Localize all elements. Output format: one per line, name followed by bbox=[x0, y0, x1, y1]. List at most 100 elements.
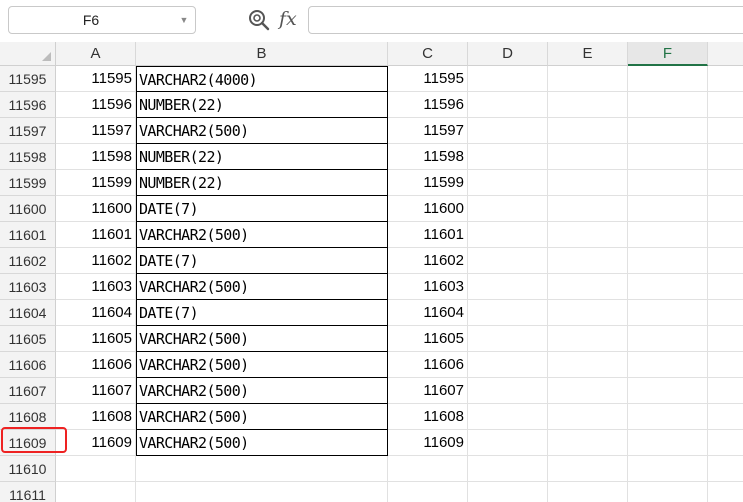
cell-c[interactable]: 11603 bbox=[388, 274, 468, 300]
cell-d[interactable] bbox=[468, 66, 548, 92]
cell-f[interactable] bbox=[628, 430, 708, 456]
cell-c[interactable]: 11598 bbox=[388, 144, 468, 170]
row-header[interactable]: 11607 bbox=[0, 378, 56, 404]
cell-a[interactable] bbox=[56, 482, 136, 502]
cell-c[interactable]: 11600 bbox=[388, 196, 468, 222]
cell-e[interactable] bbox=[548, 170, 628, 196]
cell-f[interactable] bbox=[628, 222, 708, 248]
cell-a[interactable]: 11607 bbox=[56, 378, 136, 404]
cell-f[interactable] bbox=[628, 248, 708, 274]
cell-f[interactable] bbox=[628, 92, 708, 118]
column-header-overflow[interactable] bbox=[708, 42, 743, 66]
cell-d[interactable] bbox=[468, 170, 548, 196]
cell-b[interactable]: VARCHAR2(500) bbox=[136, 326, 388, 352]
cell-e[interactable] bbox=[548, 430, 628, 456]
cell-a[interactable]: 11601 bbox=[56, 222, 136, 248]
column-header-e[interactable]: E bbox=[548, 42, 628, 66]
cell-e[interactable] bbox=[548, 196, 628, 222]
row-header[interactable]: 11611 bbox=[0, 482, 56, 502]
cell-e[interactable] bbox=[548, 222, 628, 248]
cell-a[interactable]: 11596 bbox=[56, 92, 136, 118]
cell-b[interactable]: VARCHAR2(500) bbox=[136, 430, 388, 456]
row-header[interactable]: 11605 bbox=[0, 326, 56, 352]
cell-e[interactable] bbox=[548, 482, 628, 502]
zoom-search-icon[interactable] bbox=[247, 8, 271, 32]
cell-d[interactable] bbox=[468, 118, 548, 144]
select-all-corner[interactable] bbox=[0, 42, 56, 66]
cell-g[interactable] bbox=[708, 482, 743, 502]
cell-c[interactable]: 11605 bbox=[388, 326, 468, 352]
cell-d[interactable] bbox=[468, 456, 548, 482]
cell-g[interactable] bbox=[708, 274, 743, 300]
cell-a[interactable]: 11597 bbox=[56, 118, 136, 144]
cell-b[interactable]: VARCHAR2(4000) bbox=[136, 66, 388, 92]
cell-e[interactable] bbox=[548, 378, 628, 404]
cell-a[interactable]: 11599 bbox=[56, 170, 136, 196]
cell-f[interactable] bbox=[628, 196, 708, 222]
cell-b[interactable]: DATE(7) bbox=[136, 248, 388, 274]
cell-f[interactable] bbox=[628, 274, 708, 300]
cell-a[interactable]: 11606 bbox=[56, 352, 136, 378]
cell-d[interactable] bbox=[468, 144, 548, 170]
cell-c[interactable]: 11604 bbox=[388, 300, 468, 326]
row-header[interactable]: 11601 bbox=[0, 222, 56, 248]
cell-d[interactable] bbox=[468, 326, 548, 352]
cell-c[interactable] bbox=[388, 482, 468, 502]
cell-c[interactable]: 11601 bbox=[388, 222, 468, 248]
cell-d[interactable] bbox=[468, 300, 548, 326]
column-header-f[interactable]: F bbox=[628, 42, 708, 66]
cell-g[interactable] bbox=[708, 378, 743, 404]
cell-a[interactable]: 11603 bbox=[56, 274, 136, 300]
cell-a[interactable]: 11595 bbox=[56, 66, 136, 92]
row-header[interactable]: 11609 bbox=[0, 430, 56, 456]
cell-e[interactable] bbox=[548, 274, 628, 300]
cell-g[interactable] bbox=[708, 326, 743, 352]
cell-g[interactable] bbox=[708, 404, 743, 430]
cell-b[interactable]: NUMBER(22) bbox=[136, 170, 388, 196]
cell-d[interactable] bbox=[468, 274, 548, 300]
row-header[interactable]: 11599 bbox=[0, 170, 56, 196]
cell-e[interactable] bbox=[548, 352, 628, 378]
cell-g[interactable] bbox=[708, 430, 743, 456]
row-header[interactable]: 11610 bbox=[0, 456, 56, 482]
cell-e[interactable] bbox=[548, 456, 628, 482]
cell-g[interactable] bbox=[708, 222, 743, 248]
cell-g[interactable] bbox=[708, 300, 743, 326]
cell-b[interactable]: VARCHAR2(500) bbox=[136, 274, 388, 300]
cell-f[interactable] bbox=[628, 326, 708, 352]
row-header[interactable]: 11598 bbox=[0, 144, 56, 170]
cell-d[interactable] bbox=[468, 482, 548, 502]
cell-e[interactable] bbox=[548, 404, 628, 430]
cell-d[interactable] bbox=[468, 222, 548, 248]
cell-e[interactable] bbox=[548, 326, 628, 352]
cell-c[interactable]: 11609 bbox=[388, 430, 468, 456]
column-header-a[interactable]: A bbox=[56, 42, 136, 66]
cell-f[interactable] bbox=[628, 352, 708, 378]
cell-c[interactable]: 11596 bbox=[388, 92, 468, 118]
cell-a[interactable]: 11608 bbox=[56, 404, 136, 430]
cell-g[interactable] bbox=[708, 118, 743, 144]
cell-d[interactable] bbox=[468, 430, 548, 456]
cell-a[interactable]: 11605 bbox=[56, 326, 136, 352]
cell-f[interactable] bbox=[628, 482, 708, 502]
cell-c[interactable]: 11607 bbox=[388, 378, 468, 404]
row-header[interactable]: 11600 bbox=[0, 196, 56, 222]
cell-c[interactable]: 11602 bbox=[388, 248, 468, 274]
cell-f[interactable] bbox=[628, 170, 708, 196]
cell-c[interactable]: 11597 bbox=[388, 118, 468, 144]
cell-b[interactable]: VARCHAR2(500) bbox=[136, 404, 388, 430]
fx-icon[interactable]: fx bbox=[279, 5, 303, 33]
cell-d[interactable] bbox=[468, 378, 548, 404]
cell-d[interactable] bbox=[468, 92, 548, 118]
cell-e[interactable] bbox=[548, 66, 628, 92]
cell-b[interactable] bbox=[136, 482, 388, 502]
cell-e[interactable] bbox=[548, 300, 628, 326]
row-header[interactable]: 11602 bbox=[0, 248, 56, 274]
cell-f[interactable] bbox=[628, 66, 708, 92]
name-box[interactable]: F6 ▼ bbox=[8, 6, 196, 34]
cell-e[interactable] bbox=[548, 248, 628, 274]
row-header[interactable]: 11596 bbox=[0, 92, 56, 118]
cell-f[interactable] bbox=[628, 144, 708, 170]
cell-f[interactable] bbox=[628, 118, 708, 144]
cell-c[interactable]: 11606 bbox=[388, 352, 468, 378]
